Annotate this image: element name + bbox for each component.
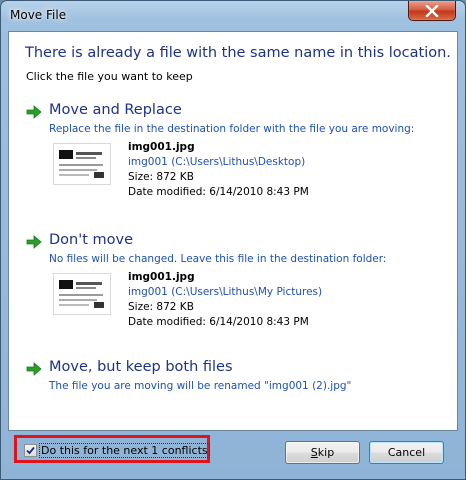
file-name: img001.jpg xyxy=(128,271,195,283)
option-dont-move[interactable]: Don't move No files will be changed. Lea… xyxy=(25,232,445,342)
option-title: Don't move xyxy=(49,232,134,248)
apply-to-all-checkbox[interactable] xyxy=(24,444,37,457)
checkmark-icon xyxy=(26,446,35,455)
window-title: Move File xyxy=(10,8,67,22)
option-keep-both-files[interactable]: Move, but keep both files The file you a… xyxy=(25,359,445,399)
cancel-button[interactable]: Cancel xyxy=(369,441,444,464)
file-path: img001 (C:\Users\Lithus\Desktop) xyxy=(128,156,306,168)
green-arrow-icon xyxy=(26,105,42,119)
skip-button[interactable]: Skip xyxy=(285,441,360,464)
option-description: The file you are moving will be renamed … xyxy=(49,380,352,392)
option-move-and-replace[interactable]: Move and Replace Replace the file in the… xyxy=(25,102,445,222)
green-arrow-icon xyxy=(26,362,42,376)
apply-to-all-label[interactable]: Do this for the next 1 conflicts xyxy=(39,443,210,458)
dialog-footer: Do this for the next 1 conflicts Skip Ca… xyxy=(1,429,465,479)
conflict-checkbox-highlight: Do this for the next 1 conflicts xyxy=(14,435,210,463)
file-date-modified: Date modified: 6/14/2010 8:43 PM xyxy=(128,316,309,328)
file-path: img001 (C:\Users\Lithus\My Pictures) xyxy=(128,286,323,298)
cancel-button-label: Cancel xyxy=(387,446,426,459)
close-icon xyxy=(425,4,439,17)
option-title: Move, but keep both files xyxy=(49,359,233,375)
file-date-modified: Date modified: 6/14/2010 8:43 PM xyxy=(128,186,309,198)
dialog-content: There is already a file with the same na… xyxy=(8,31,458,431)
file-info: img001.jpg img001 (C:\Users\Lithus\My Pi… xyxy=(128,270,322,330)
move-file-dialog: Move File There is already a file with t… xyxy=(0,0,466,480)
option-description: No files will be changed. Leave this fil… xyxy=(49,253,387,265)
title-bar[interactable]: Move File xyxy=(1,1,465,31)
option-title: Move and Replace xyxy=(49,102,182,118)
file-size: Size: 872 KB xyxy=(128,171,194,183)
file-name: img001.jpg xyxy=(128,141,195,153)
dialog-heading: There is already a file with the same na… xyxy=(25,45,451,61)
file-thumbnail xyxy=(53,143,111,185)
file-size: Size: 872 KB xyxy=(128,301,194,313)
option-description: Replace the file in the destination fold… xyxy=(49,123,415,135)
file-thumbnail xyxy=(53,273,111,315)
dialog-subheading: Click the file you want to keep xyxy=(26,70,193,83)
file-info: img001.jpg img001 (C:\Users\Lithus\Deskt… xyxy=(128,140,309,200)
green-arrow-icon xyxy=(26,235,42,249)
close-button[interactable] xyxy=(408,1,456,21)
skip-button-label: Skip xyxy=(310,446,335,459)
